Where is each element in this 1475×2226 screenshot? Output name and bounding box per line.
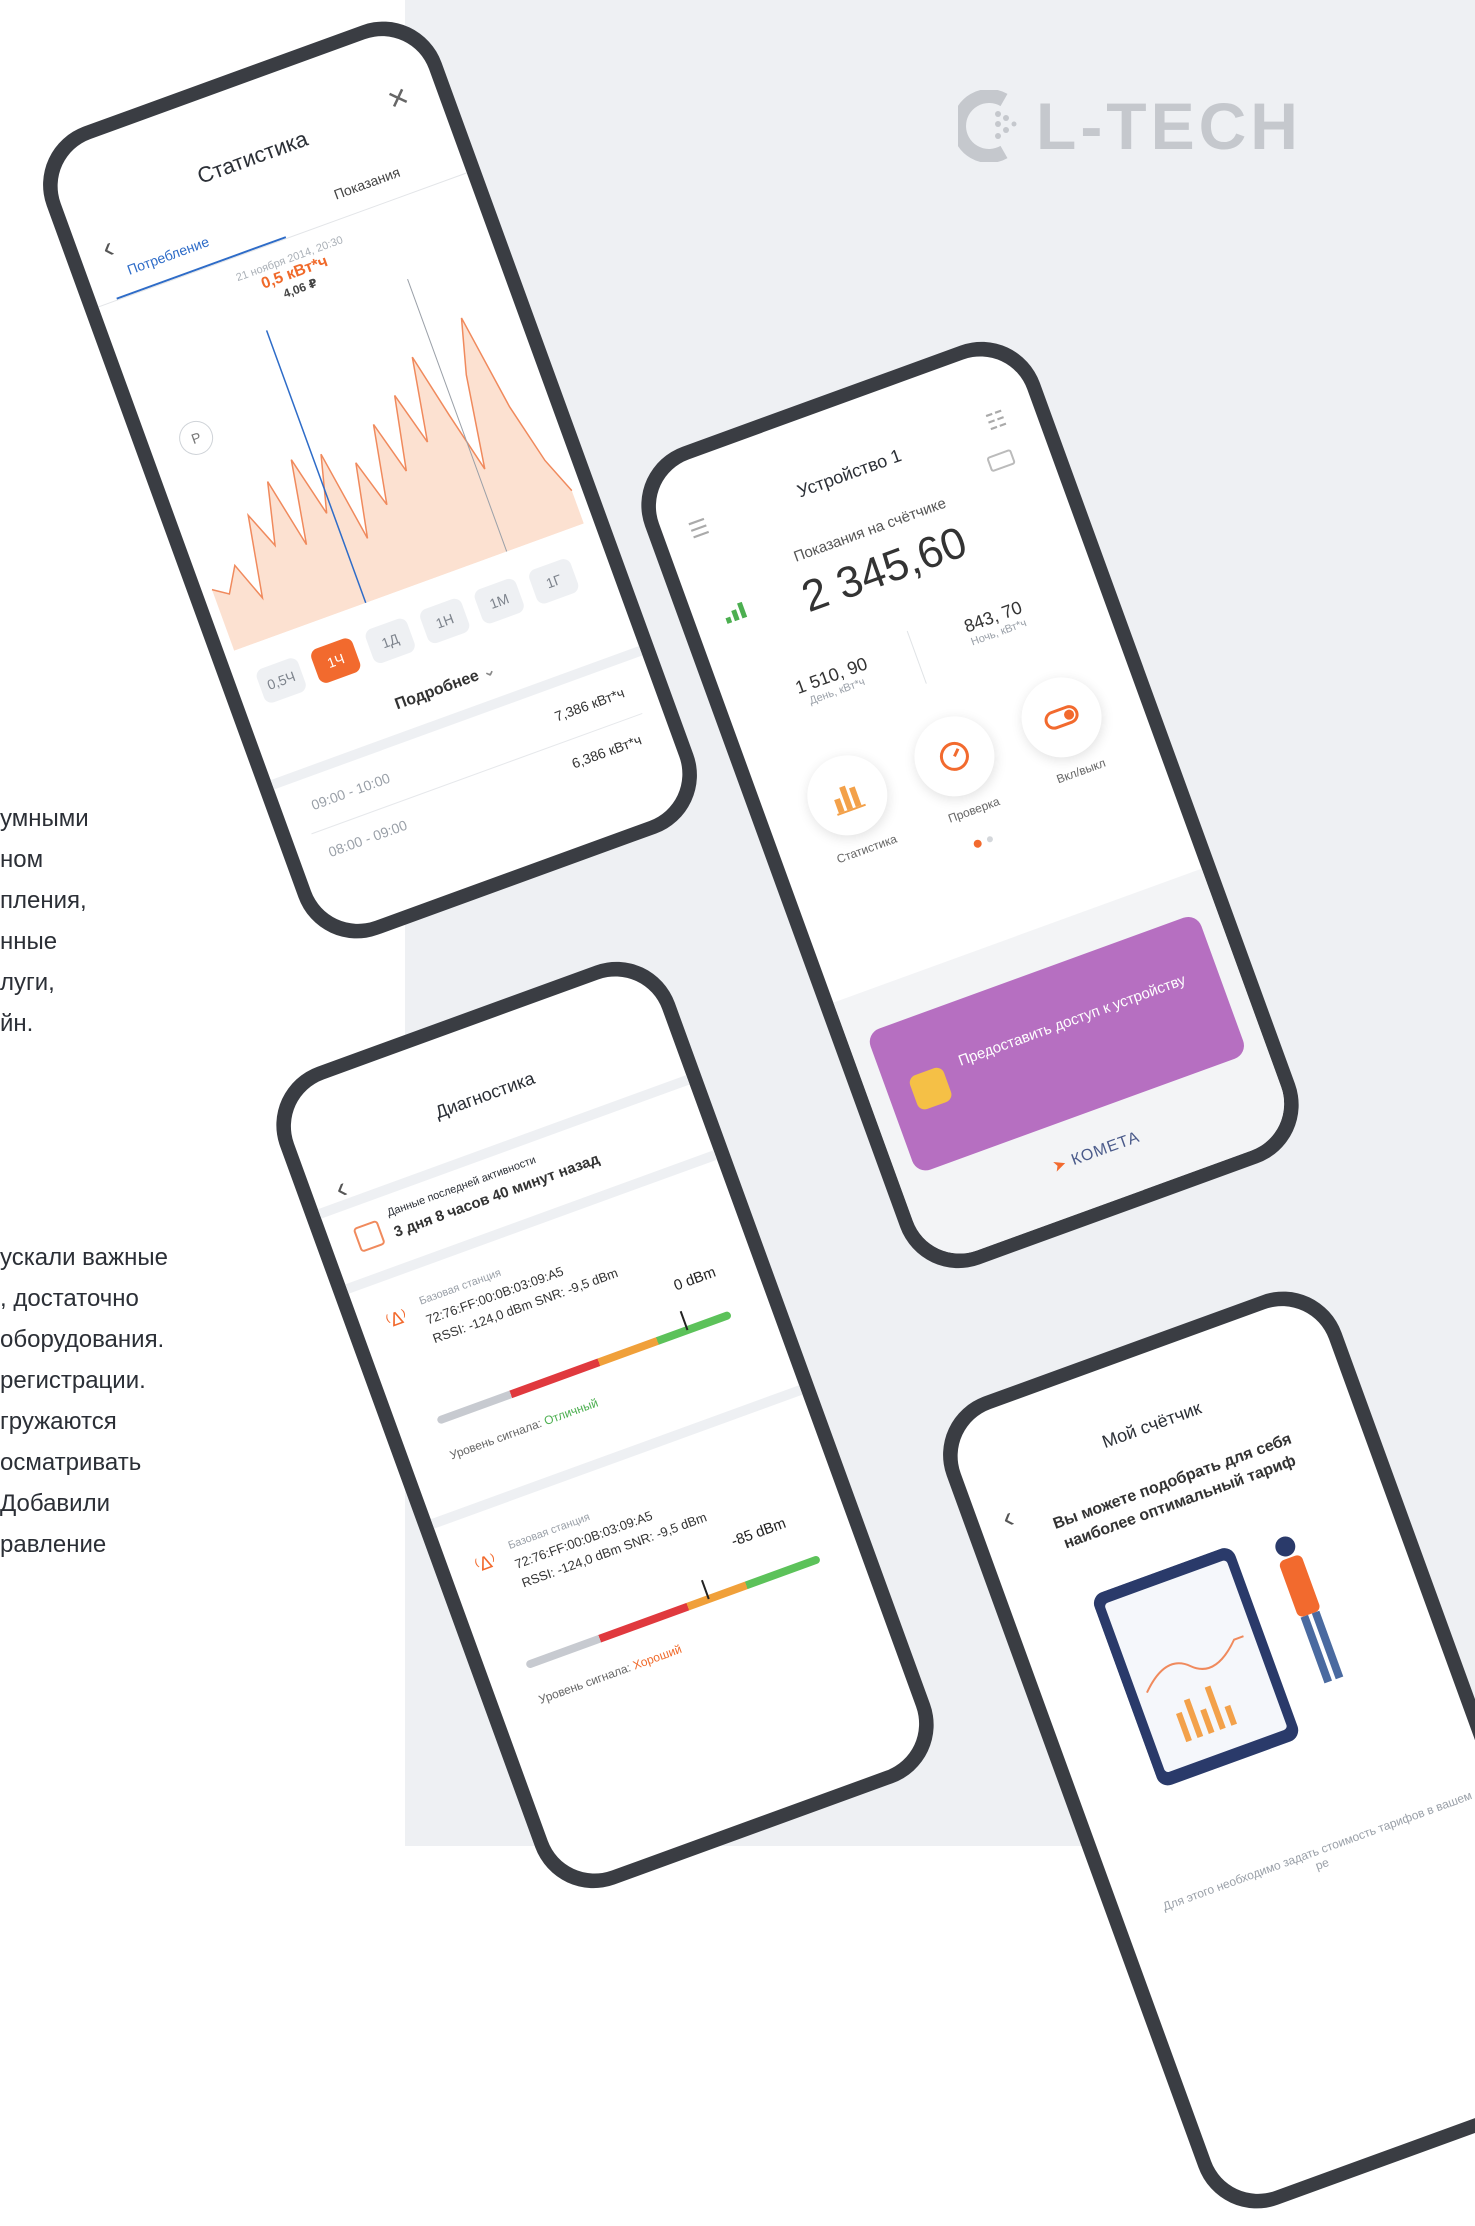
level-value: Хороший xyxy=(630,1641,684,1673)
text-line: равление xyxy=(0,1531,107,1558)
comet-icon: ➤ xyxy=(1050,1154,1070,1176)
more-label: Подробнее xyxy=(392,667,482,714)
range-chip-1m[interactable]: 1М xyxy=(472,576,527,626)
lock-icon xyxy=(907,1065,954,1112)
antenna-icon: ⁽ᐃ⁾ xyxy=(472,1550,499,1577)
signal-marker xyxy=(679,1310,689,1331)
day-reading: 1 510, 90 День, кВт*ч xyxy=(762,642,905,721)
range-chip-1h[interactable]: 1Ч xyxy=(308,636,363,686)
row-divider xyxy=(311,712,643,835)
text-line: умными xyxy=(0,805,89,832)
statistics-button[interactable] xyxy=(796,744,899,847)
brand-logo: L-TECH xyxy=(952,88,1302,164)
row-time: 09:00 - 10:00 xyxy=(309,769,393,814)
check-button[interactable] xyxy=(903,705,1006,808)
page-dot-active[interactable] xyxy=(972,838,983,849)
power-toggle-button[interactable] xyxy=(1010,666,1113,769)
text-line: луги, xyxy=(0,969,55,996)
back-arrow-icon[interactable]: ‹ xyxy=(998,1501,1019,1536)
text-line: осматривать xyxy=(0,1449,142,1476)
row-value: 6,386 кВт*ч xyxy=(569,731,644,772)
station-dbm: -85 dBm xyxy=(729,1514,789,1551)
chevron-down-icon: ⌄ xyxy=(479,661,499,682)
range-chip-1y[interactable]: 1Г xyxy=(526,556,581,606)
gauge-icon xyxy=(939,741,969,771)
text-line: , достаточно xyxy=(0,1285,139,1312)
brand-mark-icon xyxy=(952,89,1018,163)
level-value: Отличный xyxy=(542,1395,600,1429)
brand-name: L-TECH xyxy=(1036,89,1302,163)
meter-note: Для этого необходимо задать стоимость та… xyxy=(1160,1788,1474,1914)
back-arrow-icon[interactable]: ‹ xyxy=(98,231,119,266)
toggle-icon xyxy=(1044,705,1079,730)
night-reading: 843, 70 Ночь, кВт*ч xyxy=(924,583,1067,662)
range-chip-1w[interactable]: 1Н xyxy=(417,596,472,646)
text-line: Добавили xyxy=(0,1490,110,1517)
range-chip-1d[interactable]: 1Д xyxy=(363,616,418,666)
row-value: 7,386 кВт*ч xyxy=(552,684,627,725)
tablet-illustration xyxy=(1091,1536,1344,1794)
text-line: ускали важные xyxy=(0,1244,168,1271)
left-text-block-2: ускали важные , достаточно оборудования.… xyxy=(0,1237,168,1565)
text-line: регистрации. xyxy=(0,1367,146,1394)
station-dbm: 0 dBm xyxy=(671,1263,719,1295)
signal-marker xyxy=(701,1579,711,1600)
range-chip-30m[interactable]: 0,5Ч xyxy=(254,656,309,705)
reading-divider xyxy=(906,630,927,684)
bar-chart-icon xyxy=(834,785,866,816)
left-text-block-1: умными ном пления, нные луги, йн. xyxy=(0,798,89,1044)
text-line: нные xyxy=(0,928,58,955)
tab-readings[interactable]: Показания xyxy=(332,164,403,203)
text-line: йн. xyxy=(0,1010,34,1037)
text-line: гружаются xyxy=(0,1408,117,1435)
screen-title: Статистика xyxy=(193,125,312,189)
calendar-icon xyxy=(352,1219,386,1253)
page-dot[interactable] xyxy=(986,835,994,844)
level-label: Уровень сигнала: xyxy=(447,1416,544,1463)
level-label: Уровень сигнала: xyxy=(536,1660,633,1707)
text-line: пления, xyxy=(0,887,87,914)
text-line: оборудования. xyxy=(0,1326,165,1353)
antenna-icon: ⁽ᐃ⁾ xyxy=(383,1305,411,1332)
text-line: ном xyxy=(0,846,44,873)
